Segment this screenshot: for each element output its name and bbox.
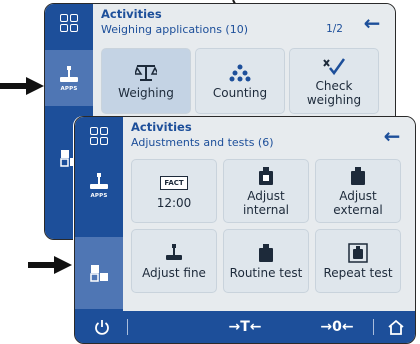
page-title: Activities bbox=[131, 120, 192, 134]
tile-label: Repeat test bbox=[323, 265, 393, 280]
tile-repeat-test[interactable]: Repeat test bbox=[315, 229, 401, 293]
back-arrow-icon[interactable]: ← bbox=[349, 4, 395, 42]
header: Activities Adjustments and tests (6) ← bbox=[75, 117, 415, 155]
sidebar-item-apps[interactable]: APPS bbox=[75, 157, 123, 213]
tile-label: 12:00 bbox=[156, 195, 192, 210]
footer-separator bbox=[373, 319, 374, 335]
footer: →T← →0← bbox=[75, 311, 415, 343]
dots-counting-icon bbox=[229, 64, 251, 81]
fact-clock-icon: FACT bbox=[160, 173, 188, 193]
home-icon[interactable] bbox=[379, 311, 413, 343]
external-weight-icon bbox=[351, 166, 365, 185]
sidebar-item-adjustments[interactable] bbox=[75, 237, 123, 309]
callout-arrow-apps bbox=[0, 77, 44, 95]
tare-button[interactable]: →T← bbox=[215, 311, 275, 343]
tile-label: Adjust external bbox=[333, 188, 383, 217]
footer-separator bbox=[127, 319, 128, 335]
page-subtitle: Weighing applications (10) bbox=[101, 23, 249, 36]
tile-adjust-fine[interactable]: Adjust fine bbox=[131, 229, 217, 293]
apps-label: APPS bbox=[60, 85, 78, 92]
tile-label: Counting bbox=[212, 85, 268, 100]
sidebar-item-apps[interactable]: APPS bbox=[45, 50, 93, 106]
weight-icon bbox=[259, 166, 273, 185]
home-button[interactable] bbox=[75, 117, 123, 155]
fact-badge: FACT bbox=[160, 175, 188, 190]
apps-scale-icon bbox=[60, 65, 78, 82]
header: Activities Weighing applications (10) 1/… bbox=[45, 4, 395, 42]
adjustments-icon bbox=[90, 265, 108, 282]
home-grid-icon bbox=[90, 127, 108, 145]
tile-weighing[interactable]: Weighing bbox=[101, 48, 191, 114]
home-grid-icon bbox=[60, 14, 78, 32]
tile-counting[interactable]: Counting bbox=[195, 48, 285, 114]
back-arrow-icon[interactable]: ← bbox=[369, 117, 415, 155]
page-indicator: 1/2 bbox=[326, 23, 343, 35]
page-title: Activities bbox=[101, 7, 162, 21]
tile-label: Adjust internal bbox=[242, 188, 290, 217]
power-icon[interactable] bbox=[85, 311, 119, 343]
tile-label: Check weighing bbox=[306, 78, 362, 107]
tile-fact-time[interactable]: FACT 12:00 bbox=[131, 159, 217, 223]
callout-arrow-adjustments bbox=[28, 256, 72, 274]
page-subtitle: Adjustments and tests (6) bbox=[131, 136, 274, 149]
tile-label: Weighing bbox=[118, 85, 174, 100]
zero-button[interactable]: →0← bbox=[307, 311, 367, 343]
tile-label: Adjust fine bbox=[142, 265, 206, 280]
tile-label: Routine test bbox=[229, 265, 303, 280]
apps-scale-icon bbox=[90, 172, 108, 189]
home-button[interactable] bbox=[45, 4, 93, 42]
apps-label: APPS bbox=[90, 192, 108, 199]
fine-adjust-icon bbox=[166, 243, 182, 260]
tile-routine-test[interactable]: Routine test bbox=[223, 229, 309, 293]
screen-adjustments-tests: Activities Adjustments and tests (6) ← A… bbox=[74, 116, 416, 344]
tile-adjust-external[interactable]: Adjust external bbox=[315, 159, 401, 223]
check-weighing-icon bbox=[323, 57, 346, 75]
routine-test-icon bbox=[259, 243, 273, 262]
repeat-test-icon bbox=[348, 242, 368, 263]
tile-check-weighing[interactable]: Check weighing bbox=[289, 48, 379, 114]
tile-adjust-internal[interactable]: Adjust internal bbox=[223, 159, 309, 223]
balance-scale-icon bbox=[135, 64, 157, 81]
